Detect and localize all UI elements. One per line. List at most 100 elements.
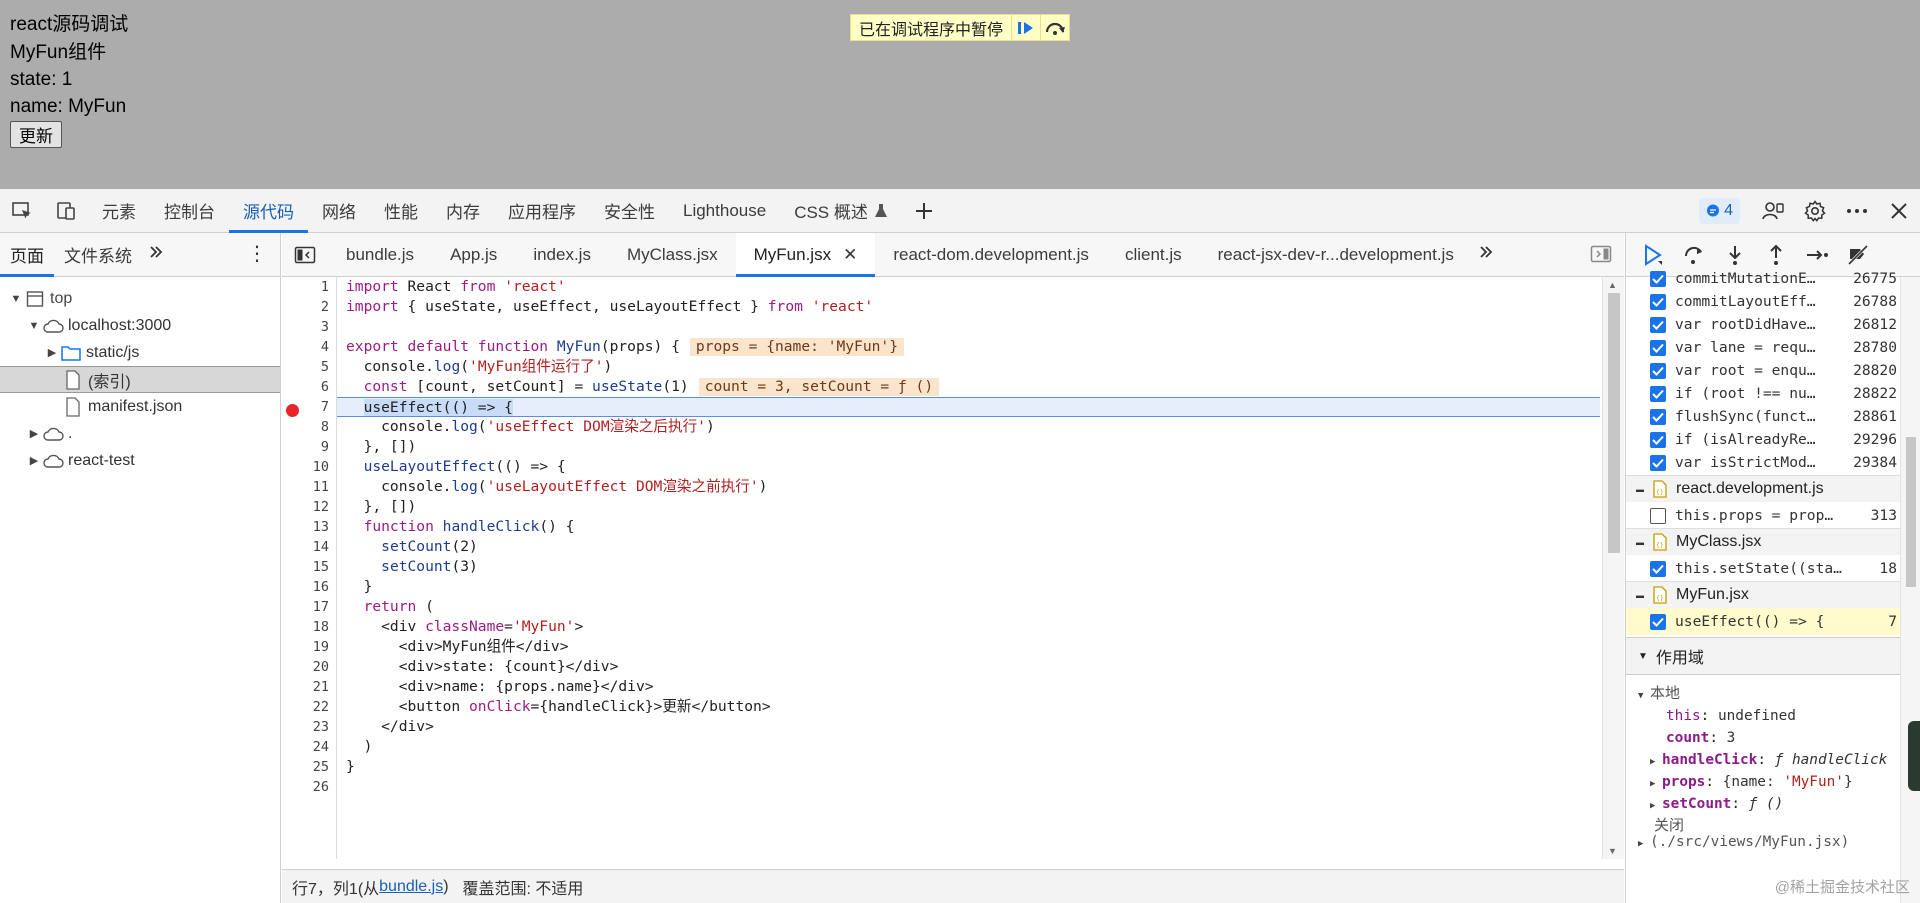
- breakpoint-checkbox[interactable]: [1650, 339, 1666, 356]
- line-number[interactable]: 18: [299, 617, 329, 637]
- source-file-link[interactable]: bundle.js: [379, 878, 443, 896]
- line-number[interactable]: 15: [299, 557, 329, 577]
- file-tab-myclass[interactable]: MyClass.jsx: [609, 233, 736, 277]
- issues-badge[interactable]: 4: [1699, 198, 1740, 224]
- breakpoint-checkbox[interactable]: [1650, 270, 1666, 287]
- breakpoint-checkbox[interactable]: [1650, 408, 1666, 425]
- scope-var-handleclick[interactable]: ▶ handleClick: ƒ handleClick: [1626, 749, 1901, 771]
- line-number[interactable]: 8: [299, 417, 329, 437]
- file-tab-client[interactable]: client.js: [1107, 233, 1200, 277]
- line-number[interactable]: 3: [299, 317, 329, 337]
- tab-css-overview[interactable]: CSS 概述: [780, 189, 902, 233]
- breakpoint-row[interactable]: this.props = prop… 313: [1626, 502, 1901, 529]
- breakpoint-checkbox[interactable]: [1650, 293, 1666, 310]
- line-number[interactable]: 10: [299, 457, 329, 477]
- breakpoint-file-header[interactable]: ▬ {} MyClass.jsx: [1626, 528, 1901, 555]
- tree-item-manifest[interactable]: manifest.json: [0, 393, 280, 420]
- toggle-debugger-button[interactable]: [1590, 245, 1612, 268]
- tab-page[interactable]: 页面: [0, 233, 54, 277]
- breakpoint-checkbox[interactable]: [1650, 385, 1666, 402]
- line-number[interactable]: 7: [299, 397, 329, 417]
- line-number[interactable]: 6: [299, 377, 329, 397]
- line-number[interactable]: 1: [299, 277, 329, 297]
- scope-var-props[interactable]: ▶ props: {name: 'MyFun'}: [1626, 771, 1901, 793]
- breakpoint-checkbox[interactable]: [1650, 316, 1666, 333]
- line-number[interactable]: 25: [299, 757, 329, 777]
- line-number[interactable]: 2: [299, 297, 329, 317]
- update-button[interactable]: 更新: [10, 121, 62, 148]
- inspect-element-button[interactable]: [0, 189, 44, 233]
- tree-item-react-test[interactable]: ▶ react-test: [0, 447, 280, 474]
- line-number[interactable]: 19: [299, 637, 329, 657]
- breakpoint-checkbox[interactable]: [1650, 560, 1666, 577]
- device-toolbar-button[interactable]: [44, 189, 88, 233]
- tree-item-localhost[interactable]: ▼ localhost:3000: [0, 312, 280, 339]
- breakpoint-row[interactable]: var isStrictMod… 29384: [1626, 449, 1901, 476]
- line-number[interactable]: 17: [299, 597, 329, 617]
- scroll-down-icon[interactable]: ▼: [1608, 846, 1617, 856]
- more-options-button[interactable]: [1836, 189, 1878, 233]
- tab-console[interactable]: 控制台: [150, 189, 229, 233]
- close-devtools-button[interactable]: [1878, 189, 1920, 233]
- breakpoint-row[interactable]: useEffect(() => {7: [1626, 608, 1901, 635]
- file-tab-react-dom[interactable]: react-dom.development.js: [875, 233, 1107, 277]
- more-file-tabs-button[interactable]: [1478, 244, 1494, 265]
- more-navigator-tabs-button[interactable]: [148, 244, 164, 265]
- breakpoint-checkbox[interactable]: [1650, 613, 1666, 630]
- line-number[interactable]: 24: [299, 737, 329, 757]
- breakpoint-checkbox[interactable]: [1650, 431, 1666, 448]
- line-number[interactable]: 20: [299, 657, 329, 677]
- line-number[interactable]: 22: [299, 697, 329, 717]
- line-number[interactable]: 21: [299, 677, 329, 697]
- resume-button[interactable]: [1011, 15, 1040, 40]
- tree-item-dot[interactable]: ▶ .: [0, 420, 280, 447]
- file-tab-myfun[interactable]: MyFun.jsx ✕: [735, 232, 876, 277]
- scope-var-count[interactable]: count: 3: [1626, 727, 1901, 749]
- scrollbar-thumb[interactable]: [1608, 293, 1620, 553]
- breakpoint-checkbox[interactable]: [1650, 454, 1666, 471]
- tab-memory[interactable]: 内存: [432, 189, 494, 233]
- tab-lighthouse[interactable]: Lighthouse: [669, 189, 780, 233]
- breakpoint-checkbox[interactable]: [1650, 362, 1666, 379]
- line-number[interactable]: 12: [299, 497, 329, 517]
- breakpoint-file-header[interactable]: ▬ {} react.development.js: [1626, 475, 1901, 502]
- tab-security[interactable]: 安全性: [590, 189, 669, 233]
- line-number[interactable]: 4: [299, 337, 329, 357]
- line-number[interactable]: 13: [299, 517, 329, 537]
- tab-application[interactable]: 应用程序: [494, 189, 590, 233]
- step-over-button[interactable]: [1040, 15, 1069, 40]
- settings-button[interactable]: [1794, 189, 1836, 233]
- scrollbar-thumb[interactable]: [1906, 437, 1916, 587]
- tree-item-top[interactable]: ▼ top: [0, 285, 280, 312]
- editor-scrollbar[interactable]: ▲ ▼: [1602, 277, 1624, 859]
- line-number[interactable]: 9: [299, 437, 329, 457]
- breakpoint-marker[interactable]: [286, 404, 299, 417]
- tab-filesystem[interactable]: 文件系统: [54, 233, 142, 277]
- breakpoint-checkbox[interactable]: [1650, 507, 1666, 524]
- file-tab-bundle[interactable]: bundle.js: [328, 233, 432, 277]
- scope-local[interactable]: ▼ 本地: [1626, 683, 1901, 705]
- line-number[interactable]: 26: [299, 777, 329, 797]
- scope-var-setcount[interactable]: ▶ setCount: ƒ (): [1626, 793, 1901, 815]
- breakpoint-file-header[interactable]: ▬ {} MyFun.jsx: [1626, 581, 1901, 608]
- file-tab-index[interactable]: index.js: [515, 233, 609, 277]
- file-tab-app[interactable]: App.js: [432, 233, 515, 277]
- tab-network[interactable]: 网络: [308, 189, 370, 233]
- more-tabs-button[interactable]: [902, 189, 946, 233]
- scope-closure-path[interactable]: ▶ (./src/views/MyFun.jsx): [1626, 831, 1901, 853]
- connections-button[interactable]: [1752, 189, 1794, 233]
- line-number[interactable]: 14: [299, 537, 329, 557]
- close-tab-icon[interactable]: ✕: [843, 245, 857, 265]
- tab-sources[interactable]: 源代码: [229, 189, 308, 233]
- line-number[interactable]: 5: [299, 357, 329, 377]
- navigator-menu-button[interactable]: ⋮: [247, 241, 268, 266]
- tree-item-index[interactable]: (索引): [0, 366, 280, 393]
- line-number[interactable]: 11: [299, 477, 329, 497]
- line-gutter[interactable]: 1 2 3 4 5 6 7 8 9 10 11 12 13 14 15 16 17 18 19 20 21 22 23 24 2…: [282, 277, 337, 859]
- scroll-up-icon[interactable]: ▲: [1608, 280, 1617, 290]
- code-area[interactable]: import React from 'react' import { useSt…: [337, 277, 1600, 859]
- line-number[interactable]: 23: [299, 717, 329, 737]
- breakpoint-row[interactable]: this.setState((sta… 18: [1626, 555, 1901, 582]
- tab-performance[interactable]: 性能: [370, 189, 432, 233]
- toggle-navigator-button[interactable]: [282, 233, 328, 277]
